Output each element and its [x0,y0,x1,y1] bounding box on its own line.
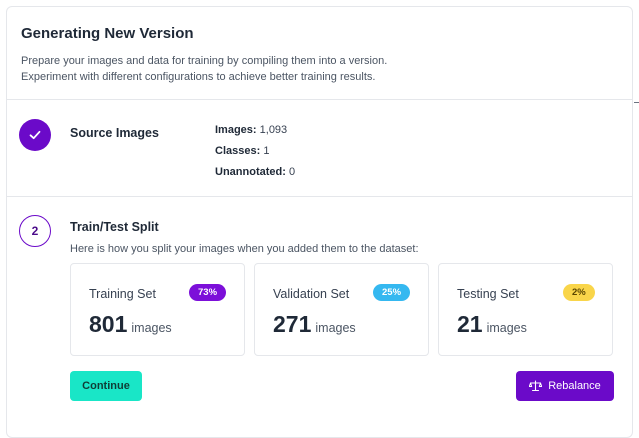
stat-unannotated: Unannotated: 0 [215,166,295,178]
training-count: 801 images [89,311,172,338]
generate-version-card: Generating New Version Prepare your imag… [6,6,633,438]
step-number-badge: 2 [19,215,51,247]
stat-images-label: Images: [215,124,257,136]
check-icon [29,130,41,140]
train-test-split-step: 2 Train/Test Split Here is how you split… [7,197,632,437]
training-set-name: Training Set [89,287,156,301]
testing-set-card: Testing Set 2% 21 images [438,263,613,356]
source-images-step: Source Images Images: 1,093 Classes: 1 U… [7,100,632,197]
train-test-split-title: Train/Test Split [70,220,159,234]
source-images-title: Source Images [70,126,159,140]
testing-count-unit: images [486,321,527,335]
rebalance-label: Rebalance [548,380,601,392]
stat-classes: Classes: 1 [215,145,269,157]
training-count-unit: images [131,321,172,335]
page-title: Generating New Version [21,25,194,42]
description-line-2: Experiment with different configurations… [21,71,376,83]
testing-count-value: 21 [457,311,483,337]
testing-percent-badge: 2% [563,284,595,301]
stat-classes-label: Classes: [215,145,261,157]
training-set-card: Training Set 73% 801 images [70,263,245,356]
validation-count: 271 images [273,311,356,338]
validation-set-card: Validation Set 25% 271 images [254,263,429,356]
card-header: Generating New Version Prepare your imag… [7,7,632,100]
rebalance-button[interactable]: Rebalance [516,371,614,401]
edge-divider [634,102,639,103]
description-line-1: Prepare your images and data for trainin… [21,55,388,67]
split-description: Here is how you split your images when y… [70,243,419,255]
step-complete-badge [19,119,51,151]
validation-set-name: Validation Set [273,287,350,301]
training-count-value: 801 [89,311,128,337]
testing-count: 21 images [457,311,527,338]
validation-percent-badge: 25% [373,284,411,301]
stat-images-value: 1,093 [259,124,288,136]
stat-classes-value: 1 [263,145,270,157]
stat-unannotated-label: Unannotated: [215,166,286,178]
stat-images: Images: 1,093 [215,124,287,136]
validation-count-unit: images [315,321,356,335]
testing-set-name: Testing Set [457,287,519,301]
scale-balance-icon [529,380,543,392]
continue-button[interactable]: Continue [70,371,142,401]
stat-unannotated-value: 0 [288,166,296,178]
training-percent-badge: 73% [189,284,227,301]
validation-count-value: 271 [273,311,312,337]
